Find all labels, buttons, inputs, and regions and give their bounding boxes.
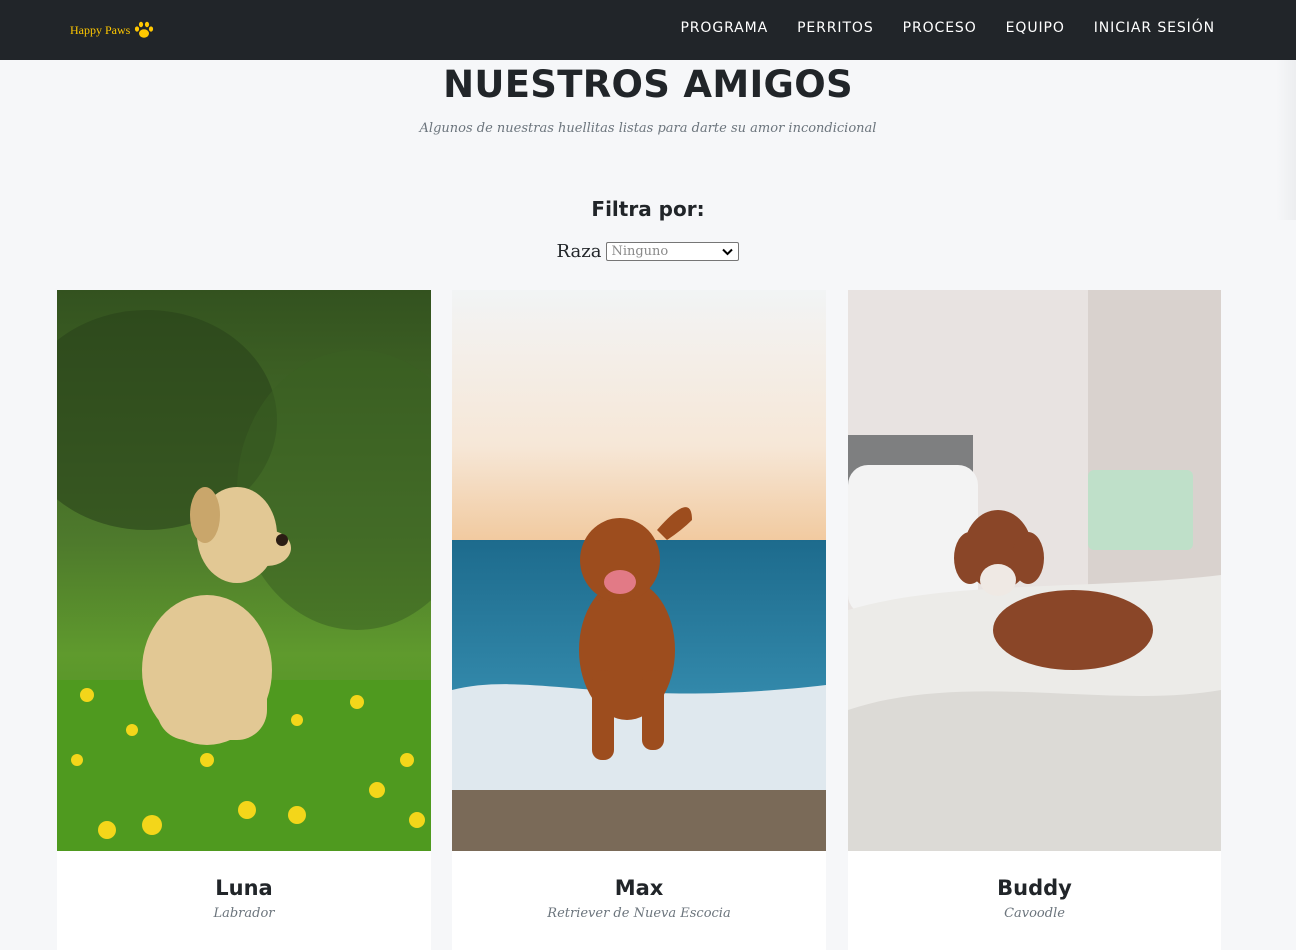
dog-photo-max bbox=[452, 290, 826, 851]
dog-photo-buddy bbox=[848, 290, 1221, 851]
section-title: NUESTROS AMIGOS bbox=[443, 63, 853, 106]
dog-card-buddy[interactable]: Buddy Cavoodle bbox=[848, 290, 1221, 950]
nav-link-iniciar-sesion[interactable]: INICIAR SESIÓN bbox=[1094, 20, 1215, 36]
dog-card-luna[interactable]: Luna Labrador bbox=[57, 290, 431, 950]
dog-breed: Cavoodle bbox=[1004, 906, 1065, 921]
chevron-down-icon bbox=[722, 248, 734, 255]
dog-breed: Retriever de Nueva Escocia bbox=[547, 906, 731, 921]
nav-link-proceso[interactable]: PROCESO bbox=[903, 20, 977, 36]
brand-name: Happy Paws bbox=[70, 22, 131, 37]
paw-icon bbox=[135, 21, 154, 38]
section-subtitle: Algunos de nuestras huellitas listas par… bbox=[419, 121, 877, 136]
navbar: Happy Paws PROGRAMA PERRITOS PROCESO EQU… bbox=[0, 0, 1296, 60]
brand-link[interactable]: Happy Paws bbox=[70, 18, 154, 42]
filter-heading: Filtra por: bbox=[591, 197, 705, 221]
breed-select[interactable]: Ninguno bbox=[606, 242, 740, 261]
dog-photo-luna bbox=[57, 290, 431, 851]
breed-filter-label: Raza bbox=[556, 241, 602, 262]
dog-card-max[interactable]: Max Retriever de Nueva Escocia bbox=[452, 290, 826, 950]
nav-link-programa[interactable]: PROGRAMA bbox=[680, 20, 768, 36]
nav-link-equipo[interactable]: EQUIPO bbox=[1006, 20, 1065, 36]
dog-name: Max bbox=[614, 876, 664, 900]
filter-row: Raza Ninguno bbox=[0, 241, 1296, 262]
dog-breed: Labrador bbox=[213, 906, 275, 921]
breed-select-value: Ninguno bbox=[611, 244, 669, 259]
nav-link-perritos[interactable]: PERRITOS bbox=[797, 20, 874, 36]
dog-name: Buddy bbox=[997, 876, 1072, 900]
dog-name: Luna bbox=[215, 876, 273, 900]
nav-menu: PROGRAMA PERRITOS PROCESO EQUIPO INICIAR… bbox=[680, 0, 1215, 56]
